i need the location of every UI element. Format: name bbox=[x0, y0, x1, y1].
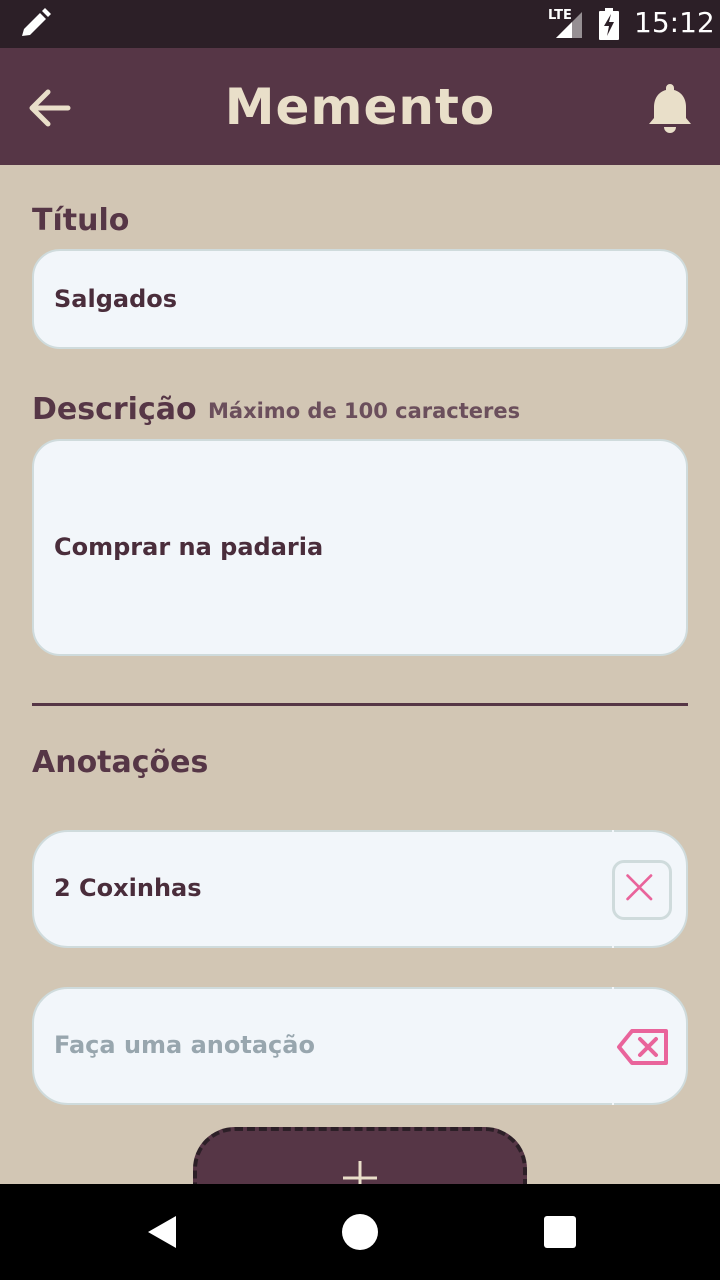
pencil-icon bbox=[22, 8, 51, 36]
nav-back-icon[interactable] bbox=[142, 1212, 182, 1252]
titulo-value: Salgados bbox=[54, 285, 178, 313]
descricao-value: Comprar na padaria bbox=[54, 533, 324, 561]
nav-recents-icon[interactable] bbox=[544, 1216, 576, 1248]
new-note-field[interactable]: Faça uma anotação bbox=[32, 987, 688, 1105]
bell-icon[interactable] bbox=[642, 80, 698, 136]
signal-icon bbox=[556, 12, 582, 38]
navigation-bar bbox=[0, 1184, 720, 1280]
backspace-icon[interactable] bbox=[616, 1027, 670, 1067]
battery-charging-icon bbox=[599, 8, 619, 40]
close-icon bbox=[626, 874, 653, 901]
nav-home-icon[interactable] bbox=[342, 1214, 378, 1250]
anotacoes-label: Anotações bbox=[32, 745, 209, 780]
delete-note-button[interactable] bbox=[612, 860, 672, 920]
note-item[interactable]: 2 Coxinhas bbox=[32, 830, 688, 948]
titulo-label: Título bbox=[32, 203, 130, 238]
titulo-input[interactable]: Salgados bbox=[32, 249, 688, 349]
note-text: 2 Coxinhas bbox=[54, 874, 202, 902]
status-bar: LTE 15:12 bbox=[0, 0, 720, 48]
note-divider bbox=[612, 987, 614, 1105]
app-title: Memento bbox=[224, 78, 496, 136]
app-bar: Memento bbox=[0, 48, 720, 165]
status-time: 15:12 bbox=[634, 6, 715, 39]
descricao-input[interactable]: Comprar na padaria bbox=[32, 439, 688, 656]
descricao-hint: Máximo de 100 caracteres bbox=[208, 399, 521, 423]
descricao-label: Descrição bbox=[32, 392, 197, 427]
section-divider bbox=[32, 703, 688, 706]
new-note-placeholder: Faça uma anotação bbox=[54, 1031, 315, 1059]
